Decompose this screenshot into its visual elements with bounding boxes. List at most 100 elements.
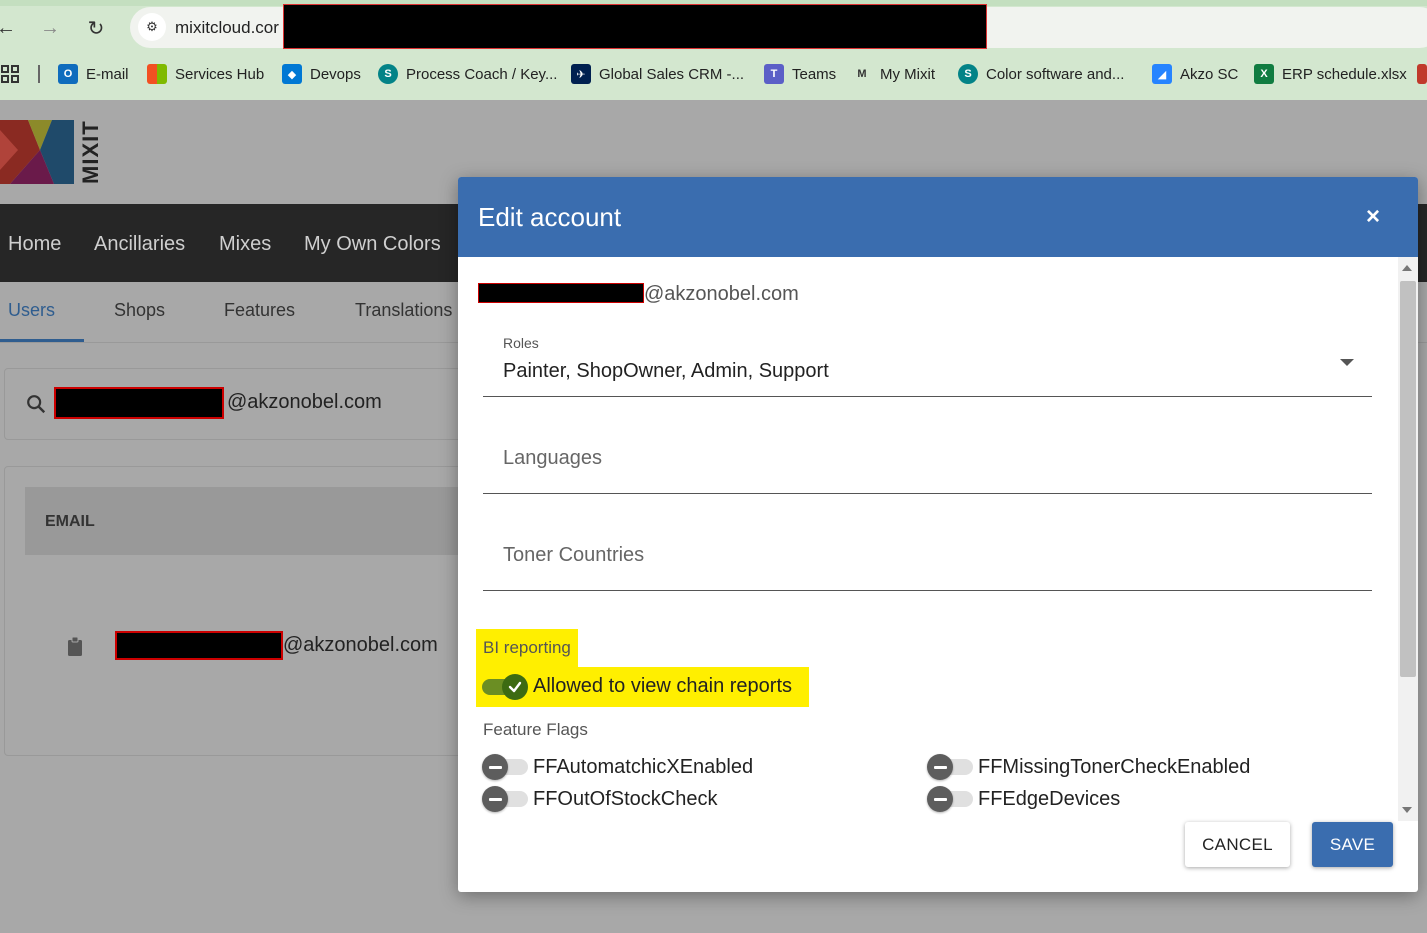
dialog-title: Edit account: [478, 202, 622, 232]
teams-icon: T: [764, 64, 784, 84]
tab-shops[interactable]: Shops: [114, 300, 165, 321]
tab-features[interactable]: Features: [224, 300, 295, 321]
feature-flags-title: Feature Flags: [483, 720, 588, 739]
account-email: @akzonobel.com: [478, 283, 799, 306]
search-redaction: [54, 387, 224, 419]
bookmark-akzo-sc[interactable]: ◢ Akzo SC: [1152, 64, 1238, 84]
clipboard-icon[interactable]: [67, 637, 83, 656]
reload-icon[interactable]: ↻: [82, 14, 110, 42]
sharepoint-icon: S: [958, 64, 978, 84]
site-info-icon[interactable]: ⚙: [138, 13, 166, 41]
edit-account-dialog: Edit account × @akzonobel.com Roles Pain…: [458, 177, 1418, 892]
minus-icon: [482, 754, 508, 780]
ff-edge-devices-toggle[interactable]: [927, 786, 973, 812]
bookmark-overflow[interactable]: [1417, 64, 1427, 84]
outlook-icon: O: [58, 64, 78, 84]
ff-automatchicx-label[interactable]: FFAutomatchicXEnabled: [533, 756, 753, 779]
ff-missing-toner-toggle[interactable]: [927, 754, 973, 780]
scroll-up-icon[interactable]: [1402, 265, 1412, 271]
row-email-redaction: [115, 631, 283, 660]
bookmark-my-mixit[interactable]: M My Mixit: [852, 64, 935, 84]
forward-icon[interactable]: →: [36, 14, 64, 42]
jira-icon: ◢: [1152, 64, 1172, 84]
row-email: @akzonobel.com: [283, 634, 438, 656]
sharepoint-icon: S: [378, 64, 398, 84]
minus-icon: [927, 754, 953, 780]
account-email-domain: @akzonobel.com: [644, 283, 799, 305]
ff-out-of-stock-toggle[interactable]: [482, 786, 528, 812]
cancel-button[interactable]: CANCEL: [1185, 822, 1290, 867]
toner-countries-select[interactable]: Toner Countries: [483, 529, 1372, 591]
bi-reporting-row: Allowed to view chain reports: [476, 667, 809, 707]
bookmark-process-coach[interactable]: S Process Coach / Key...: [378, 64, 557, 84]
browser-toolbar: ← → ↻ ⚙ mixitcloud.cor O E-mail Services…: [0, 0, 1427, 100]
tab-users[interactable]: Users: [8, 300, 55, 321]
roles-select[interactable]: Roles Painter, ShopOwner, Admin, Support: [483, 322, 1372, 397]
roles-value: Painter, ShopOwner, Admin, Support: [503, 360, 829, 382]
languages-select[interactable]: Languages: [483, 432, 1372, 494]
bookmark-teams[interactable]: T Teams: [764, 64, 836, 84]
bookmark-label: Process Coach / Key...: [406, 65, 558, 83]
microsoft-icon: [147, 64, 167, 84]
apps-grid-icon[interactable]: [1, 65, 19, 83]
bookmark-global-sales-crm[interactable]: ✈ Global Sales CRM -...: [571, 64, 744, 84]
crm-icon: ✈: [571, 64, 591, 84]
bookmark-services-hub[interactable]: Services Hub: [147, 64, 264, 84]
dialog-scrollbar[interactable]: [1398, 257, 1418, 821]
chain-reports-toggle[interactable]: [482, 674, 528, 700]
languages-placeholder: Languages: [503, 447, 602, 469]
email-column-header[interactable]: EMAIL: [45, 513, 95, 531]
bi-reporting-label: BI reporting: [476, 629, 578, 667]
bookmark-label: Devops: [310, 65, 361, 83]
nav-mixes[interactable]: Mixes: [219, 233, 271, 256]
user-search-box[interactable]: @akzonobel.com: [4, 368, 484, 440]
dialog-body: @akzonobel.com Roles Painter, ShopOwner,…: [458, 257, 1398, 817]
excel-icon: X: [1254, 64, 1274, 84]
close-icon[interactable]: ×: [1358, 202, 1388, 232]
ff-automatchicx-toggle[interactable]: [482, 754, 528, 780]
address-bar[interactable]: ⚙ mixitcloud.cor: [130, 4, 1427, 49]
bookmark-label: Color software and...: [986, 65, 1125, 83]
minus-icon: [927, 786, 953, 812]
bookmark-label: Services Hub: [175, 65, 265, 83]
mixit-icon: M: [857, 68, 867, 80]
nav-my-own-colors[interactable]: My Own Colors: [304, 233, 441, 256]
bookmark-label: ERP schedule.xlsx: [1282, 65, 1407, 83]
ff-out-of-stock-label[interactable]: FFOutOfStockCheck: [533, 788, 718, 811]
bookmark-color-software[interactable]: S Color software and...: [958, 64, 1124, 84]
bookmark-devops[interactable]: ◆ Devops: [282, 64, 361, 84]
azure-devops-icon: ◆: [282, 64, 302, 84]
bookmark-separator: [38, 65, 40, 83]
check-icon: [502, 674, 528, 700]
search-input-value: @akzonobel.com: [227, 391, 382, 413]
table-header: EMAIL: [25, 487, 485, 555]
bookmark-email[interactable]: O E-mail: [58, 64, 129, 84]
search-icon: [27, 395, 46, 414]
chain-reports-label[interactable]: Allowed to view chain reports: [533, 675, 792, 698]
toner-countries-placeholder: Toner Countries: [503, 544, 645, 566]
users-table: EMAIL @akzonobel.com: [4, 466, 485, 756]
scroll-thumb[interactable]: [1400, 281, 1416, 677]
nav-ancillaries[interactable]: Ancillaries: [94, 233, 185, 256]
ff-missing-toner-label[interactable]: FFMissingTonerCheckEnabled: [978, 756, 1250, 779]
bookmark-label: My Mixit: [880, 65, 935, 83]
save-button[interactable]: SAVE: [1312, 822, 1393, 867]
bookmark-label: Akzo SC: [1180, 65, 1239, 83]
bookmarks-bar: O E-mail Services Hub ◆ Devops S Process…: [0, 60, 1427, 90]
dialog-header: Edit account ×: [458, 177, 1418, 257]
bookmark-label: E-mail: [86, 65, 129, 83]
scroll-down-icon[interactable]: [1402, 807, 1412, 813]
chevron-down-icon[interactable]: [1340, 359, 1354, 366]
url-redaction: [283, 4, 987, 49]
nav-home[interactable]: Home: [8, 233, 61, 256]
url-text: mixitcloud.cor: [175, 18, 279, 37]
minus-icon: [482, 786, 508, 812]
ff-edge-devices-label[interactable]: FFEdgeDevices: [978, 788, 1120, 811]
email-redaction: [478, 283, 644, 303]
folder-icon: [1417, 64, 1427, 84]
bookmark-erp-schedule[interactable]: X ERP schedule.xlsx: [1254, 64, 1407, 84]
back-icon[interactable]: ←: [0, 14, 20, 42]
tab-translations[interactable]: Translations: [355, 300, 452, 321]
roles-label: Roles: [503, 335, 539, 351]
logo-wordmark: MIXIT: [78, 120, 103, 184]
